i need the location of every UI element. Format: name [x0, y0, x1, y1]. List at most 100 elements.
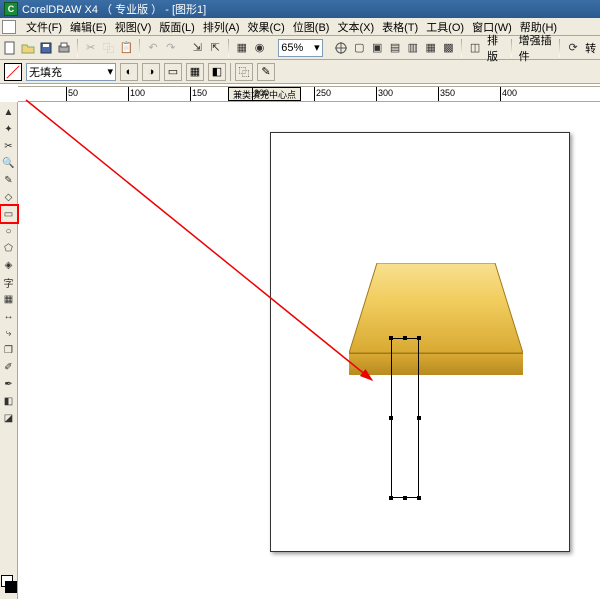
dimension-tool[interactable]: ↔: [1, 308, 17, 324]
text-tool[interactable]: 字: [1, 274, 17, 290]
shape-front-face: [349, 353, 523, 375]
option5-button[interactable]: ▦: [423, 38, 439, 58]
layout-button[interactable]: 排版: [485, 32, 506, 64]
menu-bitmaps[interactable]: 位图(B): [289, 19, 334, 35]
paste-button[interactable]: 📋: [118, 38, 134, 58]
window-title: CorelDRAW X4 （ 专业版 ） - [图形1]: [22, 1, 206, 17]
basic-shapes-tool[interactable]: ◈: [1, 257, 17, 273]
edit-fill-button[interactable]: ✎: [257, 63, 275, 81]
resize-handle[interactable]: [389, 336, 393, 340]
zoom-combo[interactable]: 65% ▾: [278, 39, 322, 57]
snap-button[interactable]: [333, 38, 349, 58]
page-area[interactable]: [270, 132, 570, 552]
fill-option1[interactable]: ◐: [120, 63, 138, 81]
ruler-label: 100: [130, 88, 145, 98]
menu-view[interactable]: 视图(V): [111, 19, 156, 35]
eyedropper-tool[interactable]: ✐: [1, 359, 17, 375]
new-rectangle[interactable]: [391, 338, 419, 498]
ruler-tick: [66, 87, 67, 101]
ellipse-tool[interactable]: ○: [1, 223, 17, 239]
ruler-tick: [190, 87, 191, 101]
open-button[interactable]: [20, 38, 36, 58]
option3-button[interactable]: ▤: [387, 38, 403, 58]
app-launcher-button[interactable]: ▦: [234, 38, 250, 58]
resize-handle[interactable]: [417, 496, 421, 500]
fill-option4[interactable]: ▦: [186, 63, 204, 81]
option1-button[interactable]: ▢: [351, 38, 367, 58]
resize-handle[interactable]: [417, 416, 421, 420]
menu-effects[interactable]: 效果(C): [244, 19, 289, 35]
new-button[interactable]: [2, 38, 18, 58]
ruler-tick: [500, 87, 501, 101]
title-bar: C CorelDRAW X4 （ 专业版 ） - [图形1]: [0, 0, 600, 18]
welcome-button[interactable]: ◉: [252, 38, 268, 58]
option7-button[interactable]: ◫: [467, 38, 483, 58]
import-button[interactable]: ⇲: [189, 38, 205, 58]
horizontal-ruler: 兼类填充中心点 50100150200250300350400: [18, 86, 600, 102]
pick-tool[interactable]: ▲: [1, 104, 17, 120]
ruler-tick: [376, 87, 377, 101]
print-button[interactable]: [56, 38, 72, 58]
background-color[interactable]: [5, 581, 17, 593]
resize-handle[interactable]: [403, 496, 407, 500]
canvas-workspace[interactable]: [18, 102, 600, 599]
rectangle-tool[interactable]: ▭: [1, 206, 17, 222]
table-tool[interactable]: ▦: [1, 291, 17, 307]
resize-handle[interactable]: [389, 496, 393, 500]
fill-option2[interactable]: ◑: [142, 63, 160, 81]
crop-tool[interactable]: ✂: [1, 138, 17, 154]
zoom-value: 65%: [281, 42, 303, 54]
ruler-label: 400: [502, 88, 517, 98]
menu-table[interactable]: 表格(T): [378, 19, 422, 35]
undo-button[interactable]: ↶: [145, 38, 161, 58]
ruler-label: 250: [316, 88, 331, 98]
dropdown-icon: ▾: [314, 41, 320, 54]
redo-button[interactable]: ↷: [163, 38, 179, 58]
export-button[interactable]: ⇱: [207, 38, 223, 58]
option4-button[interactable]: ▥: [405, 38, 421, 58]
fill-option5[interactable]: ◧: [208, 63, 226, 81]
menu-bar: 文件(F) 编辑(E) 视图(V) 版面(L) 排列(A) 效果(C) 位图(B…: [0, 18, 600, 36]
menu-layout[interactable]: 版面(L): [155, 19, 198, 35]
menu-text[interactable]: 文本(X): [333, 19, 378, 35]
property-bar: 无填充▾ ◐ ◑ ▭ ▦ ◧ ⿻ ✎: [0, 60, 600, 84]
ruler-tick: [438, 87, 439, 101]
color-wells[interactable]: [1, 575, 17, 595]
zoom-tool[interactable]: 🔍: [1, 155, 17, 171]
ruler-label: 300: [378, 88, 393, 98]
option2-button[interactable]: ▣: [369, 38, 385, 58]
resize-handle[interactable]: [403, 336, 407, 340]
cut-button[interactable]: ✂: [83, 38, 99, 58]
fill-option3[interactable]: ▭: [164, 63, 182, 81]
ruler-label: 200: [254, 88, 269, 98]
fill-swatch[interactable]: [4, 63, 22, 81]
trapezoid-3d-shape[interactable]: [349, 263, 523, 383]
fill-combo[interactable]: 无填充▾: [26, 63, 116, 81]
option6-button[interactable]: ▩: [441, 38, 457, 58]
convert-button[interactable]: 转: [583, 40, 598, 56]
menu-edit[interactable]: 编辑(E): [66, 19, 111, 35]
ruler-label: 150: [192, 88, 207, 98]
shape-tool[interactable]: ✦: [1, 121, 17, 137]
convert-icon[interactable]: ⟳: [565, 38, 581, 58]
interactive-fill-tool[interactable]: ◪: [1, 410, 17, 426]
outline-tool[interactable]: ✒: [1, 376, 17, 392]
freehand-tool[interactable]: ✎: [1, 172, 17, 188]
plugin-button[interactable]: 增强插件: [517, 32, 555, 64]
fill-tool[interactable]: ◧: [1, 393, 17, 409]
connector-tool[interactable]: ⤷: [1, 325, 17, 341]
interactive-blend-tool[interactable]: ❐: [1, 342, 17, 358]
shape-top-face: [349, 263, 523, 353]
menu-tools[interactable]: 工具(O): [422, 19, 468, 35]
resize-handle[interactable]: [417, 336, 421, 340]
dropdown-icon: ▾: [107, 65, 113, 78]
menu-file[interactable]: 文件(F): [22, 19, 66, 35]
smart-fill-tool[interactable]: ◇: [1, 189, 17, 205]
copy-button[interactable]: ⿻: [101, 38, 117, 58]
menu-arrange[interactable]: 排列(A): [199, 19, 244, 35]
save-button[interactable]: [38, 38, 54, 58]
polygon-tool[interactable]: ⬠: [1, 240, 17, 256]
copy-fill-button[interactable]: ⿻: [235, 63, 253, 81]
toolbox: ▲✦✂🔍✎◇▭○⬠◈字▦↔⤷❐✐✒◧◪: [0, 102, 18, 599]
resize-handle[interactable]: [389, 416, 393, 420]
